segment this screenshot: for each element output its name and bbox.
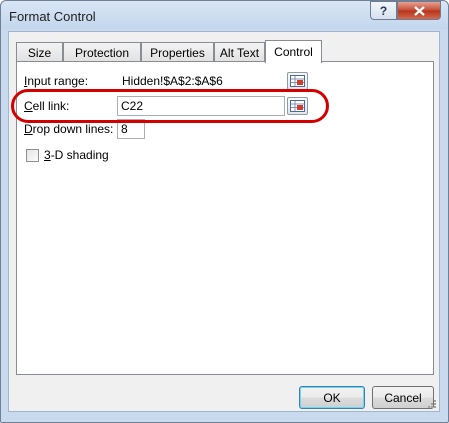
input-range-label: Input range: xyxy=(24,74,88,88)
close-icon xyxy=(413,5,425,16)
3d-shading-label-accel: 3 xyxy=(44,148,51,162)
drop-down-lines-label: Drop down lines: xyxy=(24,122,113,136)
cell-link-label-accel: C xyxy=(24,99,33,113)
3d-shading-label-rest: -D shading xyxy=(50,148,109,162)
tab-alt-text[interactable]: Alt Text xyxy=(214,42,265,62)
input-range-field[interactable]: Hidden!$A$2:$A$6 xyxy=(118,71,285,91)
drop-down-lines-field[interactable]: 8 xyxy=(117,119,145,139)
cell-link-select-button[interactable] xyxy=(287,97,308,115)
dialog-client-area: Size Protection Properties Alt Text Cont… xyxy=(8,31,440,412)
title-bar[interactable]: Format Control ? xyxy=(1,1,448,31)
cancel-button[interactable]: Cancel xyxy=(372,386,434,409)
tab-control[interactable]: Control xyxy=(265,40,322,63)
3d-shading-label[interactable]: 3-D shading xyxy=(44,148,109,162)
control-tab-panel: Input range: Hidden!$A$2:$A$6 Cell link:… xyxy=(16,61,434,375)
cell-link-label-rest: ell link: xyxy=(32,99,70,113)
tab-protection[interactable]: Protection xyxy=(63,42,141,62)
3d-shading-checkbox[interactable] xyxy=(26,149,39,162)
dialog-title: Format Control xyxy=(9,9,96,24)
help-button[interactable]: ? xyxy=(370,1,397,20)
resize-grip-icon[interactable] xyxy=(427,399,437,409)
format-control-dialog: Format Control ? Size Protection Propert… xyxy=(0,0,449,423)
help-icon: ? xyxy=(379,3,388,18)
close-button[interactable] xyxy=(397,1,441,20)
drop-down-lines-label-accel: D xyxy=(24,122,33,136)
tab-size[interactable]: Size xyxy=(16,42,63,62)
input-range-label-rest: nput range: xyxy=(27,74,89,88)
cell-link-label: Cell link: xyxy=(24,99,69,113)
ok-button[interactable]: OK xyxy=(299,386,365,409)
range-select-icon xyxy=(290,100,305,112)
tab-properties[interactable]: Properties xyxy=(141,42,214,62)
drop-down-lines-label-rest: rop down lines: xyxy=(32,122,114,136)
input-range-select-button[interactable] xyxy=(287,72,308,90)
cell-link-field[interactable]: C22 xyxy=(117,96,285,116)
range-select-icon xyxy=(290,75,305,87)
